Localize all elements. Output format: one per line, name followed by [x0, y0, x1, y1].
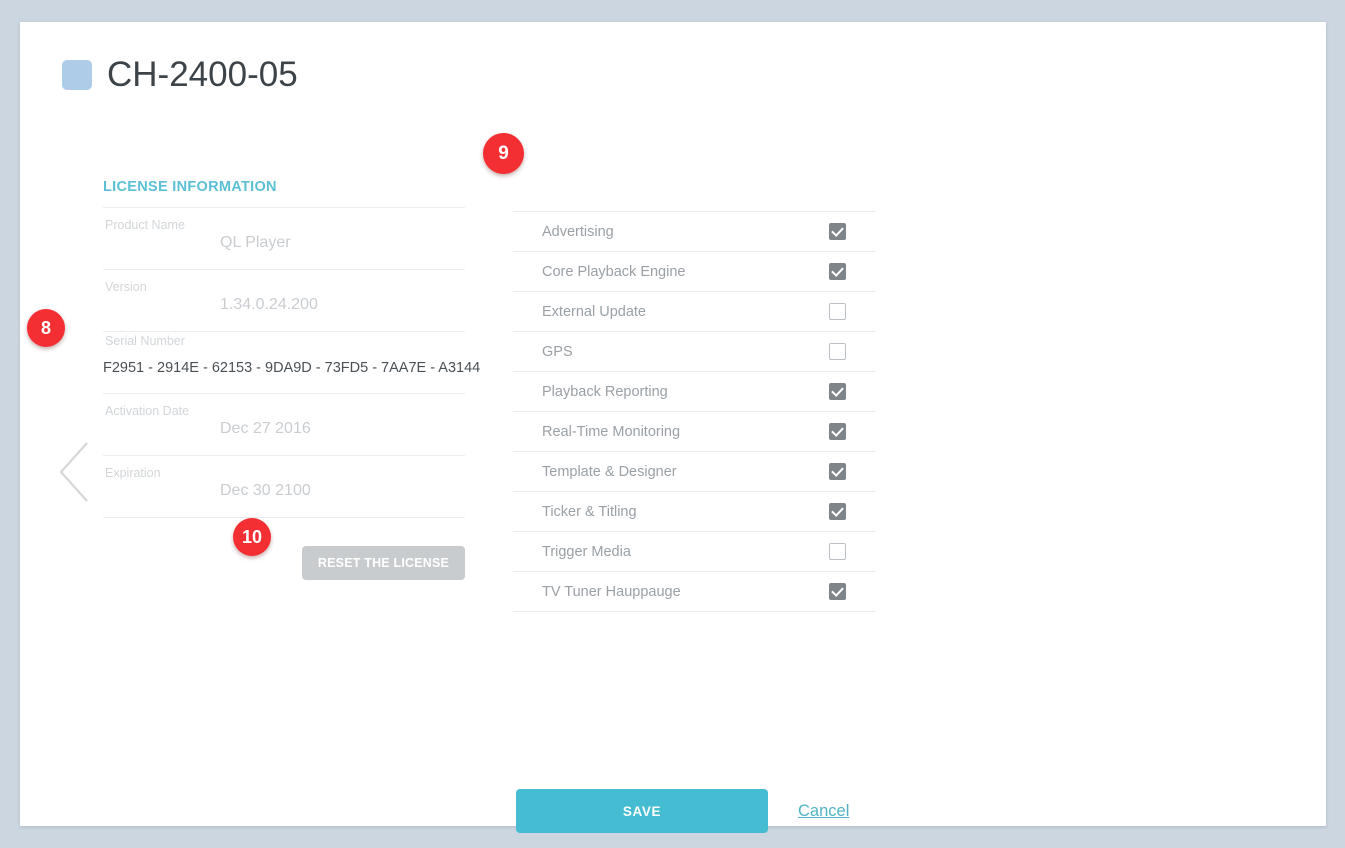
feature-checkbox-checked-icon[interactable] [829, 503, 846, 520]
feature-row-playback-reporting[interactable]: Playback Reporting [513, 372, 876, 412]
field-label: Version [105, 280, 147, 294]
field-activation-date: Activation Date Dec 27 2016 [103, 393, 465, 455]
feature-row-core-playback-engine[interactable]: Core Playback Engine [513, 252, 876, 292]
field-value: Dec 27 2016 [220, 420, 311, 437]
feature-label: Real-Time Monitoring [542, 423, 681, 440]
feature-checkbox-checked-icon[interactable] [829, 383, 846, 400]
feature-label: Ticker & Titling [542, 503, 637, 520]
license-information-panel: LICENSE INFORMATION Product Name QL Play… [103, 179, 480, 592]
feature-label: TV Tuner Hauppauge [542, 583, 681, 600]
feature-checkbox-checked-icon[interactable] [829, 263, 846, 280]
feature-checkbox-unchecked-icon[interactable] [829, 303, 846, 320]
feature-checkbox-unchecked-icon[interactable] [829, 543, 846, 560]
field-value: QL Player [220, 234, 291, 251]
callout-badge-10: 10 [233, 518, 271, 556]
feature-row-template-designer[interactable]: Template & Designer [513, 452, 876, 492]
screen: CH-2400-05 LICENSE INFORMATION Product N… [0, 0, 1345, 848]
page-title: CH-2400-05 [107, 55, 298, 94]
feature-row-ticker-titling[interactable]: Ticker & Titling [513, 492, 876, 532]
feature-row-gps[interactable]: GPS [513, 332, 876, 372]
feature-label: Advertising [542, 223, 614, 240]
license-section-title: LICENSE INFORMATION [103, 179, 277, 195]
feature-checkbox-checked-icon[interactable] [829, 223, 846, 240]
feature-row-trigger-media[interactable]: Trigger Media [513, 532, 876, 572]
field-label: Activation Date [105, 404, 190, 418]
field-expiration: Expiration Dec 30 2100 [103, 455, 465, 517]
field-product-name: Product Name QL Player [103, 207, 465, 269]
feature-checkbox-checked-icon[interactable] [829, 423, 846, 440]
feature-row-advertising[interactable]: Advertising [513, 212, 876, 252]
field-value: 1.34.0.24.200 [220, 296, 318, 313]
form-actions: SAVE Cancel [516, 789, 849, 833]
channel-color-swatch [62, 59, 92, 90]
field-label: Serial Number [105, 334, 185, 348]
field-label: Expiration [105, 466, 161, 480]
feature-label: GPS [542, 343, 573, 360]
feature-label: Core Playback Engine [542, 263, 686, 280]
feature-label: Playback Reporting [542, 383, 668, 400]
field-version: Version 1.34.0.24.200 [103, 269, 465, 331]
cancel-link[interactable]: Cancel [798, 802, 849, 821]
feature-row-tv-tuner-hauppauge[interactable]: TV Tuner Hauppauge [513, 572, 876, 612]
feature-label: Template & Designer [542, 463, 677, 480]
license-features-list: Advertising Core Playback Engine Externa… [513, 211, 876, 612]
reset-license-button[interactable]: RESET THE LICENSE [302, 546, 465, 580]
feature-row-external-update[interactable]: External Update [513, 292, 876, 332]
field-value: F2951 - 2914E - 62153 - 9DA9D - 73FD5 - … [103, 360, 481, 376]
callout-badge-9: 9 [483, 133, 524, 174]
feature-checkbox-checked-icon[interactable] [829, 583, 846, 600]
feature-label: External Update [542, 303, 646, 320]
page-header: CH-2400-05 [62, 57, 298, 92]
save-button[interactable]: SAVE [516, 789, 768, 833]
field-serial-number: Serial Number F2951 - 2914E - 62153 - 9D… [103, 331, 480, 393]
feature-checkbox-unchecked-icon[interactable] [829, 343, 846, 360]
feature-row-real-time-monitoring[interactable]: Real-Time Monitoring [513, 412, 876, 452]
reset-license-row: RESET THE LICENSE [103, 518, 465, 592]
field-value: Dec 30 2100 [220, 482, 311, 499]
license-card: CH-2400-05 LICENSE INFORMATION Product N… [20, 22, 1326, 833]
feature-label: Trigger Media [542, 543, 631, 560]
feature-checkbox-checked-icon[interactable] [829, 463, 846, 480]
callout-badge-8: 8 [27, 309, 65, 347]
chevron-left-icon[interactable] [56, 440, 92, 504]
field-label: Product Name [105, 218, 185, 232]
